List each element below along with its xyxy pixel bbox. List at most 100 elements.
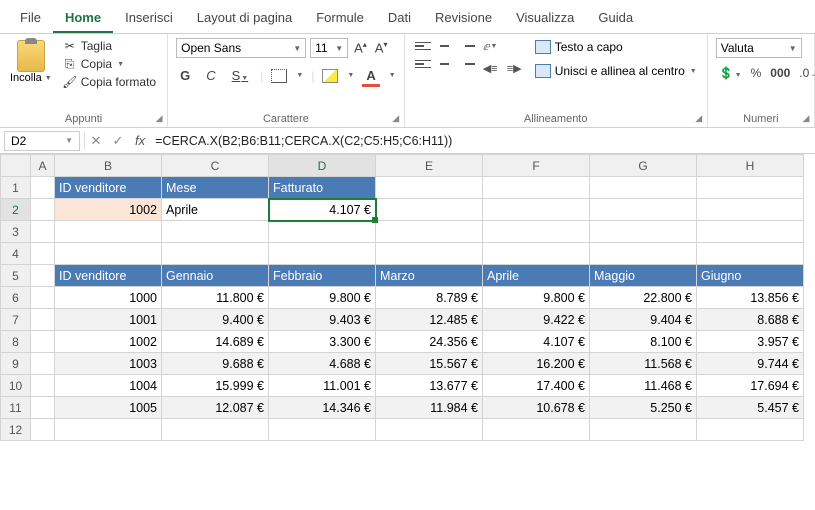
- col-header-D[interactable]: D: [269, 155, 376, 177]
- cell-H8[interactable]: 3.957 €: [697, 331, 804, 353]
- cell-H9[interactable]: 9.744 €: [697, 353, 804, 375]
- cell-G9[interactable]: 11.568 €: [590, 353, 697, 375]
- cell-E7[interactable]: 12.485 €: [376, 309, 483, 331]
- chevron-down-icon[interactable]: ▼: [45, 75, 52, 82]
- cell-H4[interactable]: [697, 243, 804, 265]
- percent-button[interactable]: %: [748, 64, 765, 82]
- cell-B8[interactable]: 1002: [55, 331, 162, 353]
- underline-button[interactable]: S▼: [228, 66, 253, 85]
- cell-G10[interactable]: 11.468 €: [590, 375, 697, 397]
- cell-B4[interactable]: [55, 243, 162, 265]
- row-header-3[interactable]: 3: [1, 221, 31, 243]
- cell-G4[interactable]: [590, 243, 697, 265]
- cell-E11[interactable]: 11.984 €: [376, 397, 483, 419]
- cell-H6[interactable]: 13.856 €: [697, 287, 804, 309]
- chevron-down-icon[interactable]: ▼: [389, 72, 396, 79]
- cell-E6[interactable]: 8.789 €: [376, 287, 483, 309]
- cell-D8[interactable]: 3.300 €: [269, 331, 376, 353]
- tab-home[interactable]: Home: [53, 4, 113, 33]
- row-header-6[interactable]: 6: [1, 287, 31, 309]
- cell-C2[interactable]: Aprile: [162, 199, 269, 221]
- row-header-11[interactable]: 11: [1, 397, 31, 419]
- cell-B9[interactable]: 1003: [55, 353, 162, 375]
- cell-H2[interactable]: [697, 199, 804, 221]
- bold-button[interactable]: G: [176, 66, 194, 85]
- col-header-E[interactable]: E: [376, 155, 483, 177]
- tab-dati[interactable]: Dati: [376, 4, 423, 33]
- merge-center-button[interactable]: Unisci e allinea al centro▼: [533, 62, 699, 80]
- align-bottom-button[interactable]: [457, 38, 477, 54]
- cell-E10[interactable]: 13.677 €: [376, 375, 483, 397]
- cell-F5[interactable]: Aprile: [483, 265, 590, 287]
- cell-D4[interactable]: [269, 243, 376, 265]
- cell-B11[interactable]: 1005: [55, 397, 162, 419]
- row-header-12[interactable]: 12: [1, 419, 31, 441]
- cell-G2[interactable]: [590, 199, 697, 221]
- cell-G1[interactable]: [590, 177, 697, 199]
- increase-font-button[interactable]: A▴: [352, 40, 369, 55]
- align-right-button[interactable]: [457, 56, 477, 72]
- col-header-C[interactable]: C: [162, 155, 269, 177]
- cell-E3[interactable]: [376, 221, 483, 243]
- cell-D7[interactable]: 9.403 €: [269, 309, 376, 331]
- worksheet[interactable]: ABCDEFGH1ID venditoreMeseFatturato21002A…: [0, 154, 815, 441]
- dialog-launcher-icon[interactable]: ◢: [800, 113, 812, 125]
- cell-C6[interactable]: 11.800 €: [162, 287, 269, 309]
- font-color-button[interactable]: A: [362, 66, 379, 85]
- cell-F6[interactable]: 9.800 €: [483, 287, 590, 309]
- cell-D6[interactable]: 9.800 €: [269, 287, 376, 309]
- cell-E5[interactable]: Marzo: [376, 265, 483, 287]
- cell-F8[interactable]: 4.107 €: [483, 331, 590, 353]
- tab-layout-di-pagina[interactable]: Layout di pagina: [185, 4, 304, 33]
- decrease-indent-button[interactable]: ◀≡: [483, 60, 503, 76]
- cell-F10[interactable]: 17.400 €: [483, 375, 590, 397]
- dialog-launcher-icon[interactable]: ◢: [153, 113, 165, 125]
- cell-E9[interactable]: 15.567 €: [376, 353, 483, 375]
- row-header-8[interactable]: 8: [1, 331, 31, 353]
- col-header-B[interactable]: B: [55, 155, 162, 177]
- align-middle-button[interactable]: [435, 38, 455, 54]
- cell-C9[interactable]: 9.688 €: [162, 353, 269, 375]
- row-header-1[interactable]: 1: [1, 177, 31, 199]
- cell-G7[interactable]: 9.404 €: [590, 309, 697, 331]
- increase-indent-button[interactable]: ≡▶: [507, 60, 527, 76]
- cell-A3[interactable]: [31, 221, 55, 243]
- cell-D3[interactable]: [269, 221, 376, 243]
- cell-D10[interactable]: 11.001 €: [269, 375, 376, 397]
- orientation-button[interactable]: ⅇ▼: [483, 38, 503, 54]
- col-header-A[interactable]: A: [31, 155, 55, 177]
- cell-D11[interactable]: 14.346 €: [269, 397, 376, 419]
- increase-decimal-button[interactable]: .0→: [796, 64, 815, 82]
- cell-A7[interactable]: [31, 309, 55, 331]
- row-header-10[interactable]: 10: [1, 375, 31, 397]
- cell-B1[interactable]: ID venditore: [55, 177, 162, 199]
- cell-B7[interactable]: 1001: [55, 309, 162, 331]
- chevron-down-icon[interactable]: ▼: [347, 72, 354, 79]
- cell-F11[interactable]: 10.678 €: [483, 397, 590, 419]
- name-box[interactable]: D2▼: [4, 131, 80, 151]
- cell-F2[interactable]: [483, 199, 590, 221]
- cell-H11[interactable]: 5.457 €: [697, 397, 804, 419]
- tab-file[interactable]: File: [8, 4, 53, 33]
- cell-G3[interactable]: [590, 221, 697, 243]
- cell-A1[interactable]: [31, 177, 55, 199]
- cell-C10[interactable]: 15.999 €: [162, 375, 269, 397]
- fill-color-button[interactable]: [322, 69, 338, 83]
- formula-input[interactable]: =CERCA.X(B2;B6:B11;CERCA.X(C2;C5:H5;C6:H…: [151, 132, 815, 150]
- col-header-F[interactable]: F: [483, 155, 590, 177]
- paste-button[interactable]: Incolla▼: [8, 38, 54, 86]
- cell-H12[interactable]: [697, 419, 804, 441]
- enter-formula-button[interactable]: ✓: [107, 133, 129, 149]
- row-header-7[interactable]: 7: [1, 309, 31, 331]
- col-header-H[interactable]: H: [697, 155, 804, 177]
- cell-B2[interactable]: 1002: [55, 199, 162, 221]
- cell-H3[interactable]: [697, 221, 804, 243]
- font-size-select[interactable]: 11▼: [310, 38, 348, 58]
- tab-inserisci[interactable]: Inserisci: [113, 4, 185, 33]
- cancel-formula-button[interactable]: ✕: [85, 133, 107, 149]
- cell-G6[interactable]: 22.800 €: [590, 287, 697, 309]
- row-header-2[interactable]: 2: [1, 199, 31, 221]
- cell-G11[interactable]: 5.250 €: [590, 397, 697, 419]
- align-left-button[interactable]: [413, 56, 433, 72]
- cell-C11[interactable]: 12.087 €: [162, 397, 269, 419]
